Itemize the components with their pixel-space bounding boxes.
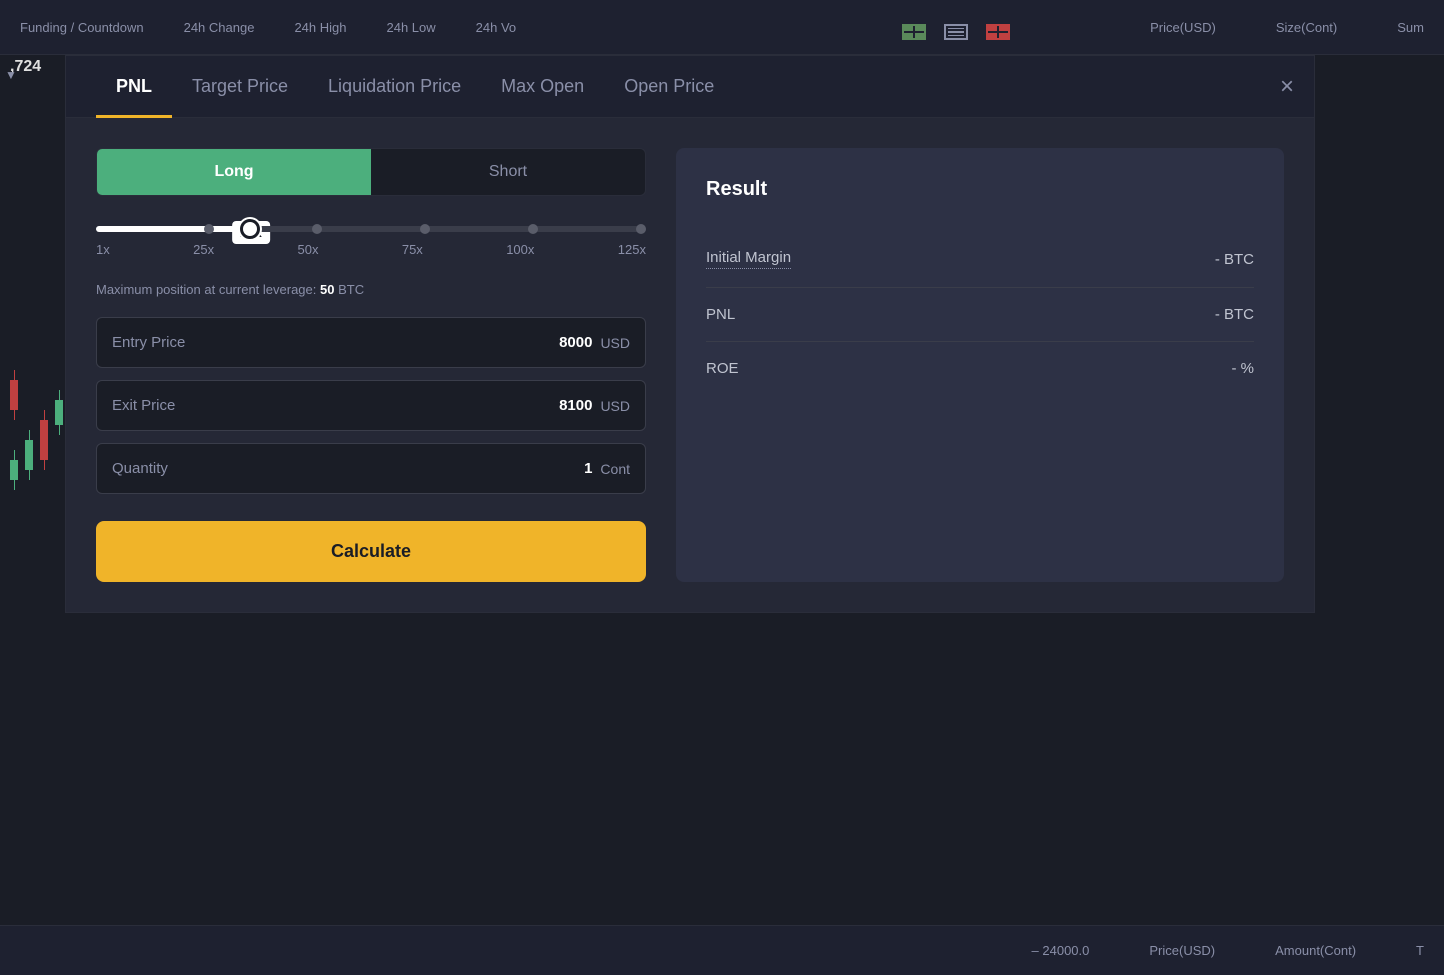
- max-position-text: Maximum position at current leverage: 50…: [96, 282, 646, 297]
- label-75x: 75x: [402, 242, 423, 257]
- leverage-slider-track[interactable]: [96, 226, 646, 232]
- bg-header: Funding / Countdown 24h Change 24h High …: [0, 0, 1444, 55]
- result-title: Result: [706, 178, 1254, 201]
- grid-icon-2: [944, 24, 968, 40]
- bg-header-change: 24h Change: [184, 20, 255, 35]
- result-row-initial-margin: Initial Margin - BTC: [706, 231, 1254, 288]
- panel-content: Long Short 20x: [66, 118, 1314, 612]
- pnl-value: - BTC: [1215, 306, 1254, 323]
- bg-bottom-price-usd: Price(USD): [1149, 943, 1215, 958]
- entry-price-group: Entry Price 8000 USD: [96, 317, 646, 368]
- quantity-unit: Cont: [600, 461, 630, 477]
- entry-price-label: Entry Price: [112, 334, 185, 351]
- roe-label: ROE: [706, 360, 739, 377]
- close-button[interactable]: ×: [1280, 73, 1294, 101]
- exit-price-field[interactable]: Exit Price 8100 USD: [96, 380, 646, 431]
- initial-margin-value: - BTC: [1215, 251, 1254, 268]
- max-position-value: 50: [320, 282, 334, 297]
- bg-price-arrow: ▼: [5, 68, 17, 82]
- bg-header-funding: Funding / Countdown: [20, 20, 144, 35]
- max-position-unit: BTC: [338, 282, 364, 297]
- bg-header-low: 24h Low: [386, 20, 435, 35]
- tabs-bar: PNL Target Price Liquidation Price Max O…: [66, 56, 1314, 118]
- grid-icon-1: [902, 24, 926, 40]
- label-25x: 25x: [193, 242, 214, 257]
- bg-bottom-amount: Amount(Cont): [1275, 943, 1356, 958]
- dot-75x: [420, 224, 430, 234]
- col-sum: Sum: [1397, 20, 1424, 35]
- leverage-section: 20x 1x 25x 50x: [96, 226, 646, 257]
- entry-price-field[interactable]: Entry Price 8000 USD: [96, 317, 646, 368]
- col-price: Price(USD): [1150, 20, 1216, 35]
- pnl-label: PNL: [706, 306, 735, 323]
- dot-100x: [528, 224, 538, 234]
- tab-liquidation-price[interactable]: Liquidation Price: [308, 56, 481, 117]
- quantity-field[interactable]: Quantity 1 Cont: [96, 443, 646, 494]
- slider-labels: 1x 25x 50x 75x 100x 125x: [96, 242, 646, 257]
- leverage-fill: [96, 226, 250, 232]
- tab-target-price[interactable]: Target Price: [172, 56, 308, 117]
- quantity-value-group: 1 Cont: [584, 460, 630, 477]
- label-1x: 1x: [96, 242, 110, 257]
- result-row-roe: ROE - %: [706, 342, 1254, 395]
- calculator-panel: PNL Target Price Liquidation Price Max O…: [65, 55, 1315, 613]
- entry-price-value-group: 8000 USD: [559, 334, 630, 351]
- dot-50x: [312, 224, 322, 234]
- calculate-button[interactable]: Calculate: [96, 521, 646, 582]
- label-100x: 100x: [506, 242, 534, 257]
- roe-value: - %: [1232, 360, 1255, 377]
- long-button[interactable]: Long: [97, 149, 371, 195]
- exit-price-unit: USD: [600, 398, 630, 414]
- bg-header-vol: 24h Vo: [476, 20, 517, 35]
- initial-margin-label: Initial Margin: [706, 249, 791, 269]
- tab-max-open[interactable]: Max Open: [481, 56, 604, 117]
- bg-bottom-t: T: [1416, 943, 1424, 958]
- bg-bottom-price-ref: – 24000.0: [1032, 943, 1090, 958]
- exit-price-label: Exit Price: [112, 397, 175, 414]
- quantity-value: 1: [584, 460, 592, 477]
- bg-bottom-bar: – 24000.0 Price(USD) Amount(Cont) T: [0, 925, 1444, 975]
- result-panel: Result Initial Margin - BTC PNL - BTC RO…: [676, 148, 1284, 582]
- bg-header-high: 24h High: [294, 20, 346, 35]
- label-125x: 125x: [618, 242, 646, 257]
- label-50x: 50x: [297, 242, 318, 257]
- exit-price-group: Exit Price 8100 USD: [96, 380, 646, 431]
- bg-icons-group: [902, 24, 1010, 40]
- exit-price-value: 8100: [559, 397, 592, 414]
- col-size: Size(Cont): [1276, 20, 1337, 35]
- dot-125x: [636, 224, 646, 234]
- quantity-group: Quantity 1 Cont: [96, 443, 646, 494]
- left-panel: Long Short 20x: [96, 148, 676, 582]
- entry-price-value: 8000: [559, 334, 592, 351]
- exit-price-value-group: 8100 USD: [559, 397, 630, 414]
- tab-open-price[interactable]: Open Price: [604, 56, 734, 117]
- bg-column-headers: Price(USD) Size(Cont) Sum: [1150, 20, 1424, 35]
- tab-pnl[interactable]: PNL: [96, 56, 172, 117]
- quantity-label: Quantity: [112, 460, 168, 477]
- short-button[interactable]: Short: [371, 149, 645, 195]
- long-short-toggle: Long Short: [96, 148, 646, 196]
- entry-price-unit: USD: [600, 335, 630, 351]
- grid-icon-3: [986, 24, 1010, 40]
- leverage-thumb[interactable]: [240, 219, 260, 239]
- result-row-pnl: PNL - BTC: [706, 288, 1254, 342]
